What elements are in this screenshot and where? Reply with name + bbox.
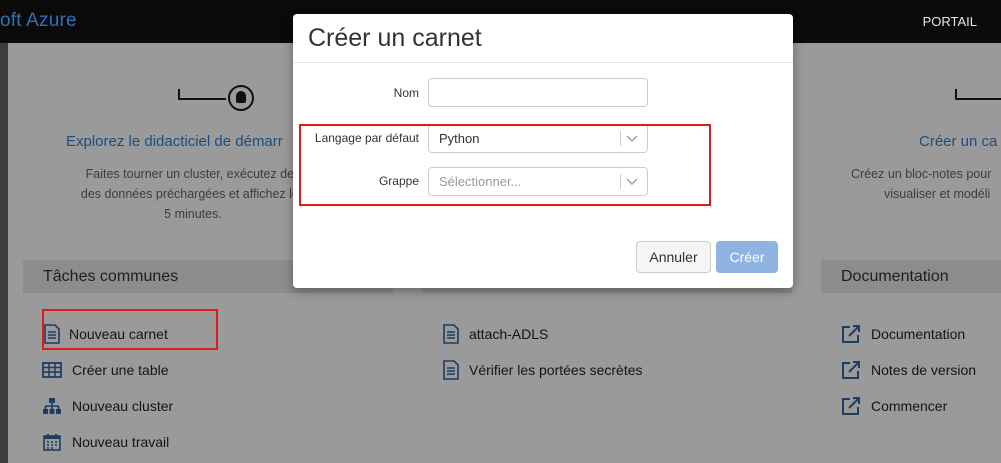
- external-link-icon: [841, 324, 861, 344]
- calendar-icon: [42, 432, 62, 452]
- portal-link[interactable]: PORTAIL: [923, 14, 977, 29]
- create-notebook-hero-icon: [955, 82, 1001, 116]
- tutorial-link[interactable]: Explorez le didacticiel de démarr: [66, 133, 283, 150]
- recent-attach-adls[interactable]: attach-ADLS: [441, 323, 548, 345]
- documentation-header: Documentation: [821, 260, 1001, 293]
- cluster-icon: [42, 396, 62, 416]
- tutorial-bulb-icon: [178, 82, 268, 116]
- table-icon: [42, 360, 62, 380]
- task-label: Créer une table: [72, 362, 169, 378]
- recent-label: attach-ADLS: [469, 326, 549, 342]
- dialog-title: Créer un carnet: [308, 24, 482, 52]
- dialog-header-divider: [293, 62, 793, 63]
- doc-get-started[interactable]: Commencer: [841, 395, 947, 417]
- language-cluster-highlight-box: [299, 124, 711, 206]
- brand-title: oft Azure: [0, 10, 77, 31]
- name-label: Nom: [393, 86, 419, 100]
- create-notebook-hero-link[interactable]: Créer un ca: [919, 133, 997, 150]
- task-new-job[interactable]: Nouveau travail: [42, 431, 169, 453]
- create-button[interactable]: Créer: [716, 241, 778, 273]
- doc-label: Notes de version: [871, 362, 977, 378]
- doc-documentation[interactable]: Documentation: [841, 323, 965, 345]
- tutorial-description: Faites tourner un cluster, exécutez des …: [80, 167, 306, 221]
- external-link-icon: [841, 360, 861, 380]
- cancel-button[interactable]: Annuler: [636, 241, 711, 273]
- task-create-table[interactable]: Créer une table: [42, 359, 169, 381]
- external-link-icon: [841, 396, 861, 416]
- task-new-cluster[interactable]: Nouveau cluster: [42, 395, 173, 417]
- name-input[interactable]: [428, 78, 648, 107]
- recent-label: Vérifier les portées secrètes: [469, 362, 643, 378]
- task-label: Nouveau cluster: [72, 398, 174, 414]
- doc-label: Documentation: [871, 326, 966, 342]
- create-notebook-hero-description: Créez un bloc-notes pour visualiser et m…: [851, 167, 992, 201]
- doc-label: Commencer: [871, 398, 948, 414]
- task-label: Nouveau travail: [72, 434, 170, 450]
- new-notebook-highlight-box: [42, 309, 218, 350]
- notebook-icon: [441, 324, 461, 344]
- left-rail: [0, 0, 8, 463]
- notebook-icon: [441, 360, 461, 380]
- recent-verify-secret-scopes[interactable]: Vérifier les portées secrètes: [441, 359, 643, 381]
- doc-release-notes[interactable]: Notes de version: [841, 359, 976, 381]
